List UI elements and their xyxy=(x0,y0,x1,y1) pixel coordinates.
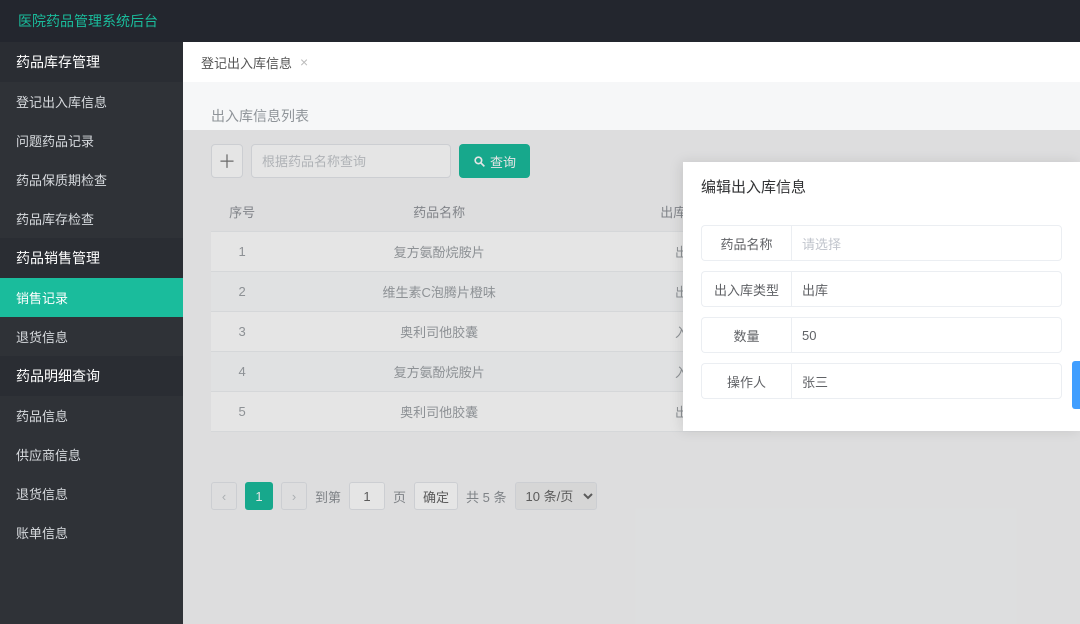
query-label: 查询 xyxy=(490,152,516,171)
sidebar: 药品库存管理 登记出入库信息 问题药品记录 药品保质期检查 药品库存检查 药品销… xyxy=(0,42,183,624)
add-button[interactable]: ＋ xyxy=(211,144,243,178)
topbar: 医院药品管理系统后台 xyxy=(0,0,1080,42)
chevron-left-icon: ‹ xyxy=(222,489,226,504)
sidebar-item-bill-info[interactable]: 账单信息 xyxy=(0,513,183,552)
field-drug-name[interactable]: 请选择 xyxy=(791,225,1062,261)
pager: ‹ 1 › 到第 页 确定 共 5 条 10 条/页 xyxy=(211,482,1052,510)
tabbar: 登记出入库信息 × xyxy=(183,42,1080,82)
sidebar-item-problem-drugs[interactable]: 问题药品记录 xyxy=(0,121,183,160)
edit-inout-modal: 编辑出入库信息 药品名称 请选择 出入库类型 出库 数量 50 操作人 张三 xyxy=(683,162,1080,431)
col-idx: 序号 xyxy=(211,192,273,232)
tab-label: 登记出入库信息 xyxy=(201,53,292,72)
panel-title: 出入库信息列表 xyxy=(211,106,1052,126)
sidebar-item-drug-info[interactable]: 药品信息 xyxy=(0,396,183,435)
sidebar-group-sales[interactable]: 药品销售管理 xyxy=(0,238,183,278)
main-area: 登记出入库信息 × 出入库信息列表 ＋ 查询 序号 xyxy=(183,42,1080,624)
sidebar-item-sales-record[interactable]: 销售记录 xyxy=(0,278,183,317)
modal-title: 编辑出入库信息 xyxy=(683,162,1080,211)
field-inout-type[interactable]: 出库 xyxy=(791,271,1062,307)
sidebar-group-inventory[interactable]: 药品库存管理 xyxy=(0,42,183,82)
label-drug-name: 药品名称 xyxy=(701,225,791,261)
tab-register-inout[interactable]: 登记出入库信息 × xyxy=(193,42,316,82)
sidebar-item-return-info-1[interactable]: 退货信息 xyxy=(0,317,183,356)
pager-next[interactable]: › xyxy=(281,482,307,510)
modal-primary-strip[interactable] xyxy=(1072,361,1080,409)
pager-prev[interactable]: ‹ xyxy=(211,482,237,510)
pager-jump-prefix: 到第 xyxy=(315,487,341,506)
field-operator[interactable]: 张三 xyxy=(791,363,1062,399)
form-row-operator: 操作人 张三 xyxy=(701,363,1062,399)
form-row-qty: 数量 50 xyxy=(701,317,1062,353)
modal-body: 药品名称 请选择 出入库类型 出库 数量 50 操作人 张三 xyxy=(683,211,1080,431)
sidebar-item-return-info-2[interactable]: 退货信息 xyxy=(0,474,183,513)
label-inout-type: 出入库类型 xyxy=(701,271,791,307)
sidebar-item-register-inout[interactable]: 登记出入库信息 xyxy=(0,82,183,121)
sidebar-item-stock-check[interactable]: 药品库存检查 xyxy=(0,199,183,238)
sidebar-item-supplier-info[interactable]: 供应商信息 xyxy=(0,435,183,474)
app-title: 医院药品管理系统后台 xyxy=(18,11,158,31)
pager-pagesize-select[interactable]: 10 条/页 xyxy=(515,482,597,510)
sidebar-item-expiry-check[interactable]: 药品保质期检查 xyxy=(0,160,183,199)
close-icon[interactable]: × xyxy=(300,54,308,70)
form-row-name: 药品名称 请选择 xyxy=(701,225,1062,261)
label-operator: 操作人 xyxy=(701,363,791,399)
pager-confirm-button[interactable]: 确定 xyxy=(414,482,458,510)
label-quantity: 数量 xyxy=(701,317,791,353)
pager-total: 共 5 条 xyxy=(466,487,506,506)
field-quantity[interactable]: 50 xyxy=(791,317,1062,353)
col-name: 药品名称 xyxy=(273,192,605,232)
form-row-type: 出入库类型 出库 xyxy=(701,271,1062,307)
pager-current[interactable]: 1 xyxy=(245,482,273,510)
pager-jump-input[interactable] xyxy=(349,482,385,510)
search-input[interactable] xyxy=(251,144,451,178)
pager-jump-suffix: 页 xyxy=(393,487,406,506)
search-icon xyxy=(473,155,486,168)
plus-icon: ＋ xyxy=(218,148,236,174)
query-button[interactable]: 查询 xyxy=(459,144,530,178)
sidebar-group-detail[interactable]: 药品明细查询 xyxy=(0,356,183,396)
chevron-right-icon: › xyxy=(292,489,296,504)
